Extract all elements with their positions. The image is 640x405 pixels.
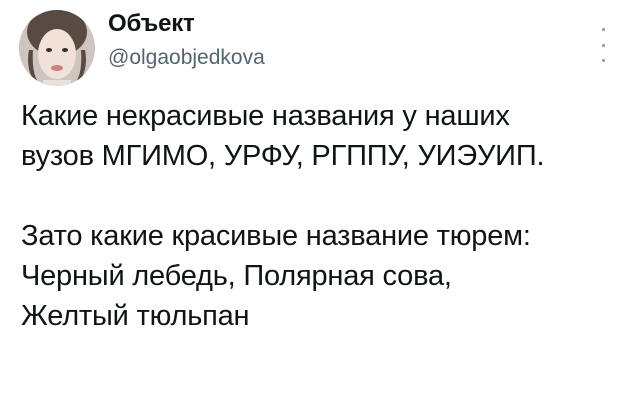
display-name[interactable]: Объект — [108, 10, 265, 38]
avatar-photo — [19, 10, 95, 86]
tweet-line: Желтый тюльпан — [21, 300, 250, 332]
more-vertical-icon[interactable] — [598, 28, 608, 62]
tweet-line: вузов МГИМО, УРФУ, РГППУ, УИЭУИП. — [21, 140, 545, 172]
user-handle[interactable]: @olgaobjedkova — [108, 46, 265, 70]
tweet-line: Черный лебедь, Полярная сова, — [21, 260, 452, 292]
more-dot — [601, 28, 605, 31]
avatar[interactable] — [19, 10, 95, 86]
tweet-line: Зато какие красивые название тюрем: — [21, 220, 531, 252]
tweet-line: Какие некрасивые названия у наших — [21, 100, 510, 132]
author-block: Объект @olgaobjedkova — [108, 10, 265, 70]
more-dot — [601, 43, 605, 47]
tweet-card: Объект @olgaobjedkova Какие некрасивые н… — [0, 0, 640, 405]
more-dot — [601, 59, 605, 62]
tweet-text: Какие некрасивые названия у наших вузов … — [21, 96, 626, 336]
